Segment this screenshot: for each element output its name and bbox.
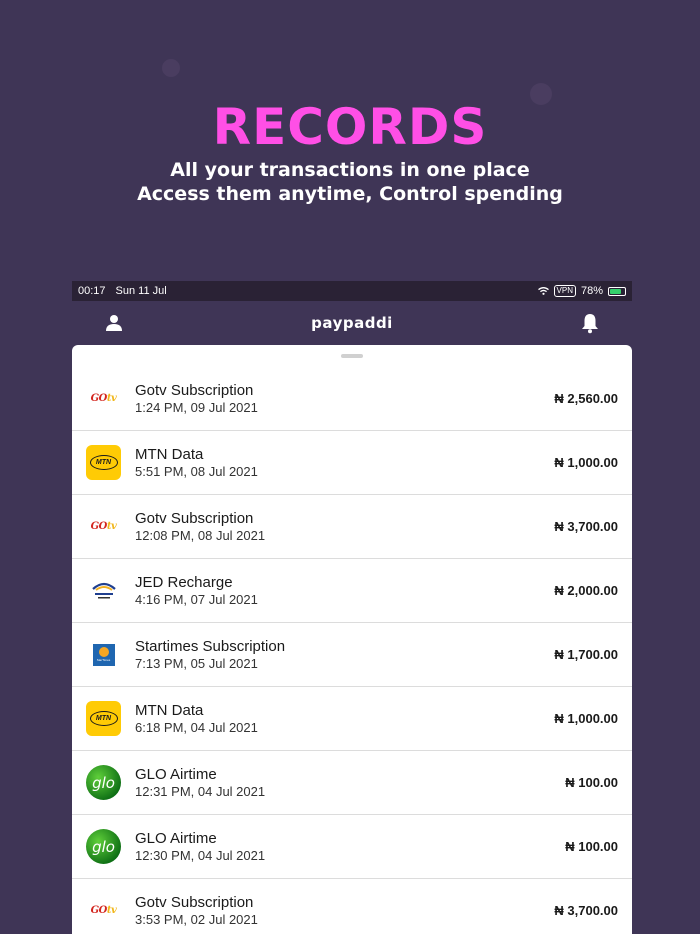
- battery-percent: 78%: [580, 285, 603, 297]
- transaction-time: 6:18 PM, 04 Jul 2021: [135, 719, 258, 735]
- sheet-grabber[interactable]: [341, 354, 363, 358]
- transaction-row[interactable]: JED Recharge 4:16 PM, 07 Jul 2021 ₦ 2,000.…: [72, 559, 632, 623]
- transaction-time: 12:30 PM, 04 Jul 2021: [135, 847, 266, 863]
- gotv-logo-icon: GOtv: [90, 393, 117, 404]
- transaction-amount: ₦ 3,700.00: [554, 903, 618, 918]
- transaction-amount: ₦ 2,000.00: [554, 583, 618, 598]
- transaction-time: 5:51 PM, 08 Jul 2021: [135, 463, 258, 479]
- transaction-name: Gotv Subscription: [135, 509, 254, 527]
- transaction-amount: ₦ 2,560.00: [554, 391, 618, 406]
- transaction-amount: ₦ 1,700.00: [554, 647, 618, 662]
- wifi-icon: [537, 287, 549, 295]
- jed-logo-icon: [91, 582, 116, 598]
- transaction-logo: StarTimes: [86, 637, 121, 672]
- transaction-logo: glo: [86, 765, 121, 800]
- transaction-logo: GOtv: [86, 381, 121, 416]
- status-bar: 00:17 Sun 11 Jul VPN 78%: [72, 281, 632, 301]
- transaction-time: 7:13 PM, 05 Jul 2021: [135, 655, 258, 671]
- transaction-row[interactable]: glo GLO Airtime 12:31 PM, 04 Jul 2021 ₦ 100…: [72, 751, 632, 815]
- transaction-logo: [86, 573, 121, 608]
- transaction-amount: ₦ 1,000.00: [554, 711, 618, 726]
- transaction-details: MTN Data 5:51 PM, 08 Jul 2021: [135, 446, 554, 480]
- transaction-logo: MTN: [86, 445, 121, 480]
- transaction-time: 1:24 PM, 09 Jul 2021: [135, 399, 258, 415]
- transaction-details: JED Recharge 4:16 PM, 07 Jul 2021: [135, 574, 554, 608]
- status-date: Sun 11 Jul: [115, 285, 167, 297]
- transaction-name: JED Recharge: [135, 573, 233, 591]
- transaction-details: GLO Airtime 12:31 PM, 04 Jul 2021: [135, 766, 565, 800]
- transaction-details: Gotv Subscription 1:24 PM, 09 Jul 2021: [135, 382, 554, 416]
- mtn-logo-icon: MTN: [86, 445, 121, 480]
- transaction-name: Startimes Subscription: [135, 637, 286, 655]
- transaction-details: Gotv Subscription 3:53 PM, 02 Jul 2021: [135, 894, 554, 928]
- transaction-row[interactable]: MTN MTN Data 5:51 PM, 08 Jul 2021 ₦ 1,000.0…: [72, 431, 632, 495]
- transaction-logo: glo: [86, 829, 121, 864]
- transaction-row[interactable]: glo GLO Airtime 12:30 PM, 04 Jul 2021 ₦ 100…: [72, 815, 632, 879]
- transaction-name: MTN Data: [135, 701, 204, 719]
- battery-icon: [608, 286, 626, 296]
- transaction-row[interactable]: GOtv Gotv Subscription 12:08 PM, 08 Jul 20…: [72, 495, 632, 559]
- transactions-sheet: GOtv Gotv Subscription 1:24 PM, 09 Jul 202…: [72, 345, 632, 934]
- top-nav-bar: paypaddi: [72, 301, 632, 345]
- transaction-name: MTN Data: [135, 445, 204, 463]
- startimes-logo-icon: StarTimes: [92, 643, 115, 666]
- transaction-details: Startimes Subscription 7:13 PM, 05 Jul 20…: [135, 638, 554, 672]
- transaction-time: 3:53 PM, 02 Jul 2021: [135, 911, 258, 927]
- transaction-details: Gotv Subscription 12:08 PM, 08 Jul 2021: [135, 510, 554, 544]
- app-brand-logo: paypaddi: [311, 314, 393, 332]
- transaction-logo: GOtv: [86, 893, 121, 928]
- bell-icon[interactable]: [580, 312, 600, 334]
- transaction-row[interactable]: GOtv Gotv Subscription 1:24 PM, 09 Jul 202…: [72, 367, 632, 431]
- transaction-logo: GOtv: [86, 509, 121, 544]
- gotv-logo-icon: GOtv: [90, 905, 117, 916]
- hero-section: RECORDS All your transactions in one pla…: [0, 100, 700, 206]
- user-icon[interactable]: [104, 312, 124, 334]
- mtn-logo-icon: MTN: [86, 701, 121, 736]
- transaction-details: GLO Airtime 12:30 PM, 04 Jul 2021: [135, 830, 565, 864]
- transaction-name: Gotv Subscription: [135, 381, 254, 399]
- transactions-list: GOtv Gotv Subscription 1:24 PM, 09 Jul 202…: [72, 367, 632, 934]
- transaction-amount: ₦ 3,700.00: [554, 519, 618, 534]
- transaction-row[interactable]: GOtv Gotv Subscription 3:53 PM, 02 Jul 202…: [72, 879, 632, 934]
- hero-subtitle-line-2: Access them anytime, Control spending: [137, 183, 563, 205]
- device-screen: 00:17 Sun 11 Jul VPN 78% paypaddi GOtv G…: [72, 281, 632, 934]
- transaction-row[interactable]: MTN MTN Data 6:18 PM, 04 Jul 2021 ₦ 1,000.0…: [72, 687, 632, 751]
- transaction-row[interactable]: StarTimes Startimes Subscription 7:13 PM, …: [72, 623, 632, 687]
- transaction-logo: MTN: [86, 701, 121, 736]
- transaction-name: Gotv Subscription: [135, 893, 254, 911]
- transaction-time: 4:16 PM, 07 Jul 2021: [135, 591, 258, 607]
- decor-dot: [162, 59, 180, 77]
- transaction-name: GLO Airtime: [135, 765, 217, 783]
- hero-subtitle-line-1: All your transactions in one place: [170, 159, 530, 181]
- status-time: 00:17: [78, 285, 106, 297]
- glo-logo-icon: glo: [86, 765, 121, 800]
- transaction-time: 12:31 PM, 04 Jul 2021: [135, 783, 266, 799]
- transaction-time: 12:08 PM, 08 Jul 2021: [135, 527, 266, 543]
- transaction-amount: ₦ 100.00: [565, 775, 618, 790]
- vpn-badge: VPN: [553, 285, 576, 297]
- transaction-details: MTN Data 6:18 PM, 04 Jul 2021: [135, 702, 554, 736]
- glo-logo-icon: glo: [86, 829, 121, 864]
- hero-title: RECORDS: [212, 98, 488, 156]
- transaction-name: GLO Airtime: [135, 829, 217, 847]
- transaction-amount: ₦ 100.00: [565, 839, 618, 854]
- transaction-amount: ₦ 1,000.00: [554, 455, 618, 470]
- gotv-logo-icon: GOtv: [90, 521, 117, 532]
